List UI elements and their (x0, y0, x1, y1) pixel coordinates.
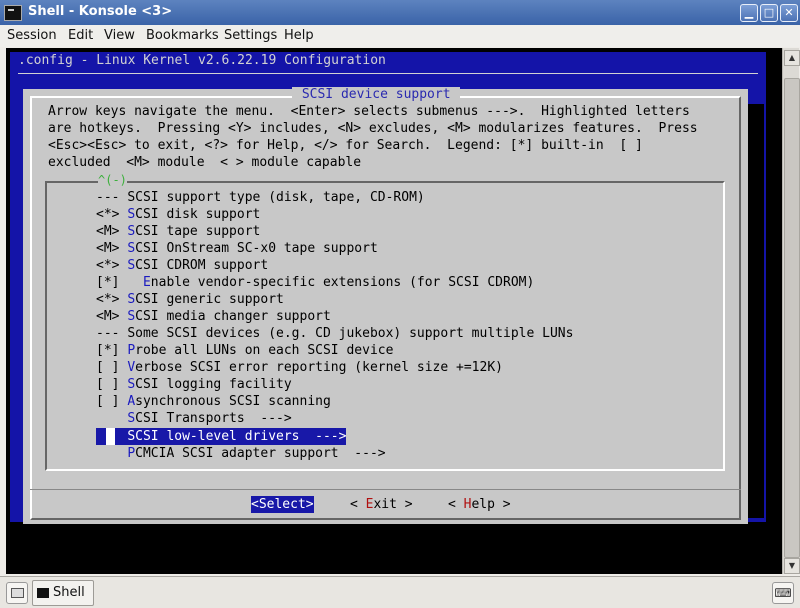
menu-item[interactable]: <M> SCSI media changer support (96, 308, 331, 325)
dialog-title: SCSI device support (292, 87, 461, 102)
menu-item[interactable]: [ ] Asynchronous SCSI scanning (96, 393, 331, 410)
menu-item-selected[interactable]: SCSI low-level drivers ---> (96, 428, 347, 445)
terminal-scrollbar[interactable]: ▲ ▼ (782, 48, 800, 574)
close-button[interactable]: ✕ (780, 4, 798, 22)
scroll-up-indicator: ^(-) (98, 173, 127, 187)
terminal-icon (37, 588, 49, 598)
scroll-up-arrow-icon[interactable]: ▲ (784, 50, 800, 66)
show-desktop-icon[interactable] (6, 582, 28, 604)
title-divider (18, 73, 758, 74)
minimize-button[interactable]: ▁ (740, 4, 758, 22)
taskbar-task-shell[interactable]: Shell (32, 580, 94, 606)
maximize-button[interactable]: □ (760, 4, 778, 22)
task-label: Shell (53, 585, 85, 600)
help-text-line: Arrow keys navigate the menu. <Enter> se… (48, 104, 690, 119)
menu-settings[interactable]: Settings (224, 28, 277, 43)
taskbar: Shell ⌨ (0, 576, 800, 608)
menu-edit[interactable]: Edit (68, 28, 93, 43)
menu-session[interactable]: Session (7, 28, 57, 43)
menu-item[interactable]: [*] Enable vendor-specific extensions (f… (96, 274, 534, 291)
menu-item[interactable]: <M> SCSI tape support (96, 223, 260, 240)
select-button[interactable]: <Select> (251, 496, 314, 513)
help-text-line: excluded <M> module < > module capable (48, 155, 362, 170)
menu-item[interactable]: --- SCSI support type (disk, tape, CD-RO… (96, 189, 425, 206)
menu-item[interactable]: PCMCIA SCSI adapter support ---> (96, 445, 385, 462)
menu-item[interactable]: [ ] Verbose SCSI error reporting (kernel… (96, 359, 503, 376)
help-button[interactable]: < Help > (448, 496, 511, 513)
button-separator (30, 489, 741, 490)
menubar: Session Edit View Bookmarks Settings Hel… (0, 25, 800, 47)
menu-item[interactable]: SCSI Transports ---> (96, 410, 291, 427)
config-title: .config - Linux Kernel v2.6.22.19 Config… (18, 53, 386, 68)
menu-item[interactable]: [*] Probe all LUNs on each SCSI device (96, 342, 393, 359)
menu-view[interactable]: View (104, 28, 135, 43)
menu-item[interactable]: <M> SCSI OnStream SC-x0 tape support (96, 240, 378, 257)
menu-help[interactable]: Help (284, 28, 314, 43)
scrollbar-thumb[interactable] (784, 78, 800, 558)
window-title: Shell - Konsole <3> (28, 4, 173, 19)
konsole-icon[interactable] (4, 5, 22, 21)
exit-button[interactable]: < Exit > (350, 496, 413, 513)
text-cursor (106, 428, 115, 445)
menu-item[interactable]: <*> SCSI CDROM support (96, 257, 268, 274)
menu-item[interactable]: <*> SCSI generic support (96, 291, 284, 308)
menu-item[interactable]: --- Some SCSI devices (e.g. CD jukebox) … (96, 325, 573, 342)
keyboard-layout-icon[interactable]: ⌨ (772, 582, 794, 604)
menu-bookmarks[interactable]: Bookmarks (146, 28, 219, 43)
menu-item[interactable]: [ ] SCSI logging facility (96, 376, 292, 393)
help-text-line: <Esc><Esc> to exit, <?> for Help, </> fo… (48, 138, 643, 153)
dialog-shadow-right (748, 104, 764, 513)
menu-item[interactable]: <*> SCSI disk support (96, 206, 260, 223)
scroll-down-arrow-icon[interactable]: ▼ (784, 558, 800, 574)
window-titlebar[interactable]: Shell - Konsole <3> ▁ □ ✕ (0, 0, 800, 25)
help-text-line: are hotkeys. Pressing <Y> includes, <N> … (48, 121, 698, 136)
